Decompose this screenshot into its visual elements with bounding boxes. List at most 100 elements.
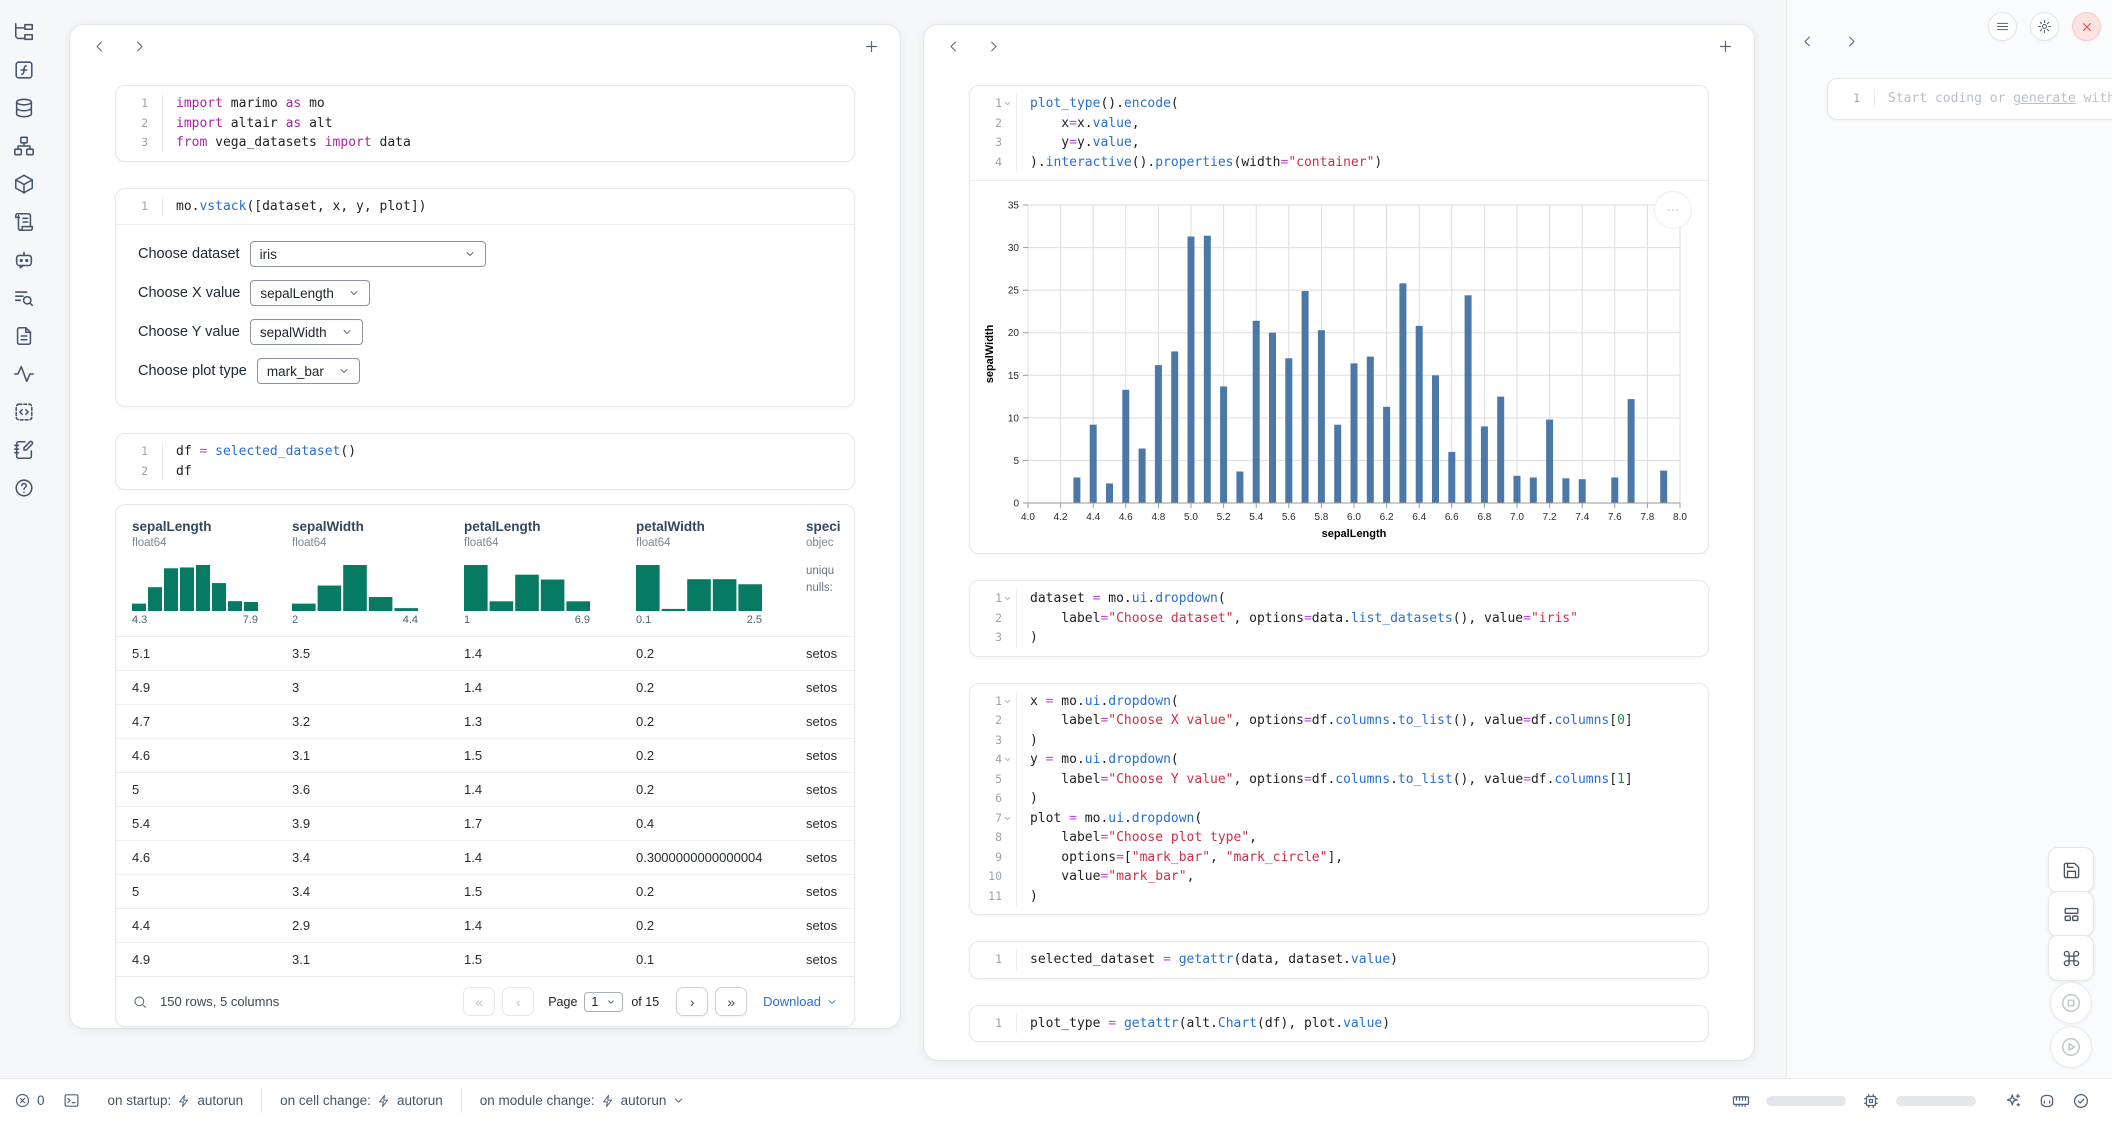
stop-button[interactable]: [2050, 982, 2092, 1024]
circle-help-icon[interactable]: [12, 476, 36, 500]
table-cell: 3.2: [276, 705, 448, 738]
command-palette-button[interactable]: [2048, 935, 2094, 981]
text-search-icon[interactable]: [12, 286, 36, 310]
cpu-meter: [1896, 1096, 1976, 1106]
fold-chevron-icon[interactable]: [1003, 813, 1014, 823]
copilot-icon[interactable]: [2038, 1092, 2056, 1110]
cell-plot: 1plot_type().encode(2 x=x.value,3 y=y.va…: [969, 85, 1709, 554]
save-button[interactable]: [2048, 847, 2094, 893]
chevron-right-icon[interactable]: [130, 37, 148, 55]
network-icon[interactable]: [12, 134, 36, 158]
code-square-icon[interactable]: [12, 400, 36, 424]
fold-chevron-icon[interactable]: [1003, 99, 1014, 109]
first-page-button[interactable]: «: [463, 987, 495, 1016]
table-cell: 5.1: [116, 637, 276, 670]
choose-y-value-select[interactable]: sepalWidth: [250, 319, 363, 345]
code-line: 9 options=["mark_bar", "mark_circle"],: [970, 848, 1698, 868]
table-cell: 0.2: [620, 875, 790, 908]
choose-plot-type-select[interactable]: mark_bar: [257, 358, 360, 384]
bot-icon[interactable]: [12, 248, 36, 272]
terminal-button[interactable]: [63, 1092, 80, 1109]
errors-indicator[interactable]: 0: [14, 1092, 45, 1109]
add-cell-button[interactable]: [1716, 37, 1734, 55]
scroll-icon[interactable]: [12, 210, 36, 234]
search-icon[interactable]: [132, 994, 148, 1010]
code-editor[interactable]: 1plot_type().encode(2 x=x.value,3 y=y.va…: [970, 86, 1708, 180]
generate-link[interactable]: generate: [2013, 91, 2076, 106]
column-header[interactable]: sepalLengthfloat644.37.9: [116, 519, 276, 626]
svg-text:20: 20: [1008, 328, 1020, 339]
table-cell: setos: [790, 807, 854, 840]
fold-chevron-icon[interactable]: [1003, 594, 1014, 604]
table-cell: 1.4: [448, 773, 620, 806]
database-icon[interactable]: [12, 96, 36, 120]
fold-chevron-icon[interactable]: [1003, 696, 1014, 706]
runtime-config-on-cell-change[interactable]: on cell change:autorun: [261, 1088, 461, 1113]
chevron-left-icon[interactable]: [944, 37, 962, 55]
chevron-left-icon[interactable]: [90, 37, 108, 55]
choose-x-value-select[interactable]: sepalLength: [250, 280, 370, 306]
table-cell: setos: [790, 705, 854, 738]
cpu-icon: [1862, 1092, 1880, 1110]
last-page-button[interactable]: »: [715, 987, 747, 1016]
package-icon[interactable]: [12, 172, 36, 196]
column-header[interactable]: speciobjecuniqunulls:: [790, 519, 854, 626]
column-header[interactable]: petalWidthfloat640.12.5: [620, 519, 790, 626]
cell-dataset-dropdown: 1dataset = mo.ui.dropdown(2 label="Choos…: [969, 580, 1709, 657]
previous-page-button[interactable]: ‹: [502, 987, 534, 1016]
code-line: 8 label="Choose plot type",: [970, 828, 1698, 848]
function-square-icon[interactable]: [12, 58, 36, 82]
cell-imports: 1import marimo as mo2import altair as al…: [115, 85, 855, 162]
file-text-icon[interactable]: [12, 324, 36, 348]
page-select[interactable]: 1: [584, 992, 623, 1012]
code-editor[interactable]: 1selected_dataset = getattr(data, datase…: [969, 941, 1709, 979]
run-button[interactable]: [2050, 1026, 2092, 1068]
table-cell: 0.1: [620, 943, 790, 976]
download-button[interactable]: Download: [763, 994, 838, 1009]
menu-button[interactable]: [1988, 12, 2017, 41]
code-editor[interactable]: 1plot_type = getattr(alt.Chart(df), plot…: [969, 1005, 1709, 1043]
folder-tree-icon[interactable]: [12, 20, 36, 44]
code-editor[interactable]: 1import marimo as mo2import altair as al…: [115, 85, 855, 162]
notebook-pen-icon[interactable]: [12, 438, 36, 462]
line-number: 1: [1853, 89, 1860, 109]
layout-button[interactable]: [2048, 891, 2094, 937]
code-editor[interactable]: 1df = selected_dataset()2df: [115, 433, 855, 490]
code-placeholder[interactable]: Start coding or generate with: [1888, 89, 2112, 109]
svg-text:6.6: 6.6: [1445, 512, 1459, 523]
scratchpad-cell[interactable]: 1 Start coding or generate with: [1827, 78, 2112, 120]
choose-dataset-select[interactable]: iris: [250, 241, 486, 267]
code-line: 2import altair as alt: [116, 114, 844, 134]
column-header[interactable]: sepalWidthfloat6424.4: [276, 519, 448, 626]
table-cell: 4.4: [116, 909, 276, 942]
connection-status-icon[interactable]: [2072, 1092, 2090, 1110]
code-editor[interactable]: 1mo.vstack([dataset, x, y, plot]): [116, 189, 854, 225]
svg-text:15: 15: [1008, 371, 1020, 382]
settings-button[interactable]: [2030, 12, 2059, 41]
add-cell-button[interactable]: [862, 37, 880, 55]
svg-text:6.2: 6.2: [1380, 512, 1394, 523]
table-cell: 4.6: [116, 841, 276, 874]
next-page-button[interactable]: ›: [676, 987, 708, 1016]
chevron-right-icon[interactable]: [1842, 32, 1860, 50]
chart-menu-button[interactable]: [1654, 191, 1692, 229]
code-line: 1import marimo as mo: [116, 94, 844, 114]
runtime-config-on-startup[interactable]: on startup:autorun: [90, 1088, 262, 1113]
table-cell: 4.7: [116, 705, 276, 738]
cell-vstack: 1mo.vstack([dataset, x, y, plot]) Choose…: [115, 188, 855, 408]
column-header[interactable]: petalLengthfloat6416.9: [448, 519, 620, 626]
svg-text:7.4: 7.4: [1575, 512, 1589, 523]
code-editor[interactable]: 1x = mo.ui.dropdown(2 label="Choose X va…: [969, 683, 1709, 916]
table-cell: setos: [790, 841, 854, 874]
sparkles-icon[interactable]: [2004, 1092, 2022, 1110]
memory-meter: [1766, 1096, 1846, 1106]
close-button[interactable]: [2072, 12, 2101, 41]
code-editor[interactable]: 1dataset = mo.ui.dropdown(2 label="Choos…: [969, 580, 1709, 657]
cell-dataframe: 1df = selected_dataset()2df sepalLengthf…: [115, 433, 855, 1027]
runtime-config-on-module-change[interactable]: on module change:autorun: [461, 1088, 704, 1113]
chevron-right-icon[interactable]: [984, 37, 1002, 55]
activity-icon[interactable]: [12, 362, 36, 386]
fold-chevron-icon[interactable]: [1003, 755, 1014, 765]
table-row: 4.73.21.30.2setos: [116, 704, 854, 738]
chevron-left-icon[interactable]: [1798, 32, 1816, 50]
